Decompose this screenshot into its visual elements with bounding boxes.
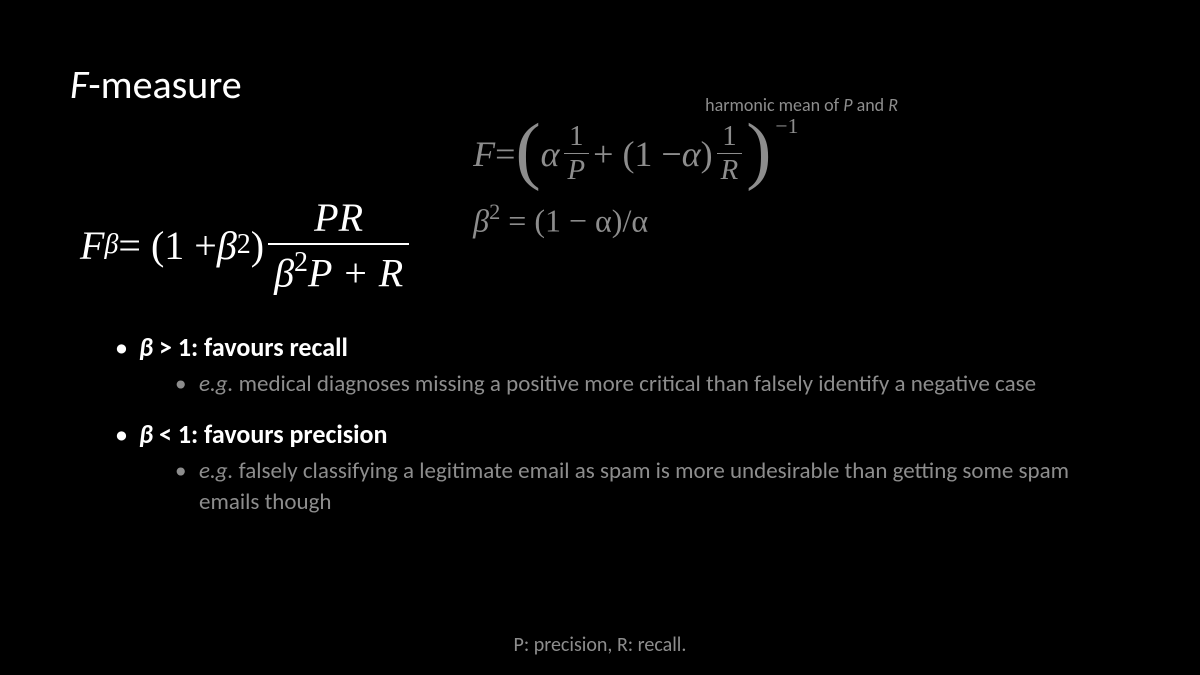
falpha-plus: + (1 − <box>593 133 682 175</box>
harmonic-mean-label: harmonic mean of P and R <box>473 94 1130 116</box>
falpha-F: F <box>473 133 495 175</box>
fbeta-den: β2P + R <box>268 243 409 296</box>
beta-alpha-relation: β2 = (1 − α)/α <box>473 199 1130 239</box>
fbeta-beta2: β <box>217 222 237 269</box>
falpha-alpha1: α <box>541 133 560 175</box>
open-paren: ( <box>515 121 540 181</box>
falpha-formula: F = ( α 1 P + (1 − α) 1 R ) −1 <box>473 120 1130 187</box>
title-suffix: -measure <box>88 60 241 109</box>
right-column: harmonic mean of P and R F = ( α 1 P + (… <box>473 94 1130 239</box>
bullet-precision-example: e.g. falsely classifying a legitimate em… <box>175 456 1115 518</box>
fbeta-fraction: PR β2P + R <box>268 194 409 296</box>
fbeta-sq: 2 <box>237 229 251 261</box>
formula-row: Fβ = (1 + β2) PR β2P + R harmonic mean o… <box>70 134 1130 296</box>
title-F: F <box>70 60 88 109</box>
fbeta-formula: Fβ = (1 + β2) PR β2P + R <box>80 194 413 296</box>
fbeta-num: PR <box>308 194 369 243</box>
fbeta-F: F <box>80 222 104 269</box>
bullet-list: β > 1: favours recall e.g. medical diagn… <box>115 331 1115 518</box>
frac-1P: 1 P <box>564 120 590 187</box>
close-paren: ) <box>746 121 771 181</box>
fbeta-close: ) <box>251 222 264 269</box>
falpha-eq: = <box>495 133 515 175</box>
falpha-neg1: −1 <box>775 114 798 139</box>
bullet-recall: β > 1: favours recall <box>115 331 1115 363</box>
fbeta-beta-sub: β <box>104 229 118 261</box>
fbeta-eq: = (1 + <box>118 222 216 269</box>
bullet-precision: β < 1: favours precision <box>115 418 1115 450</box>
frac-1R: 1 R <box>717 120 743 187</box>
bullet-recall-example: e.g. medical diagnoses missing a positiv… <box>175 369 1115 400</box>
footer-note: P: precision, R: recall. <box>0 633 1200 657</box>
slide: F-measure Fβ = (1 + β2) PR β2P + R harmo… <box>0 0 1200 675</box>
